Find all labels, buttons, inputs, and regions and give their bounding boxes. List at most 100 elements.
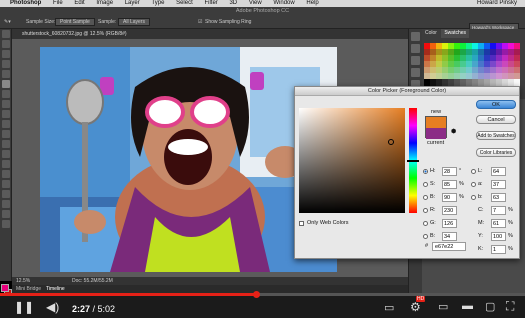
document-tab[interactable]: shutterstock_60820732.jpg @ 12.5% (RGB/8… [12,29,408,39]
pause-icon[interactable]: ❚❚ [14,300,34,314]
history-panel-icon[interactable] [411,32,420,41]
healing-tool-icon[interactable] [2,90,10,98]
quick-select-tool-icon[interactable] [2,60,10,68]
show-ring-checkbox[interactable]: ☑ [198,17,202,27]
properties-panel-icon[interactable] [411,56,420,65]
menu-edit[interactable]: Edit [74,0,84,6]
color-libraries-button[interactable]: Color Libraries [476,148,516,157]
shape-tool-icon[interactable] [2,200,10,208]
m-unit: % [508,220,513,226]
s-radio[interactable] [423,182,428,187]
video-progress-bar[interactable] [0,291,525,298]
menu-type[interactable]: Type [151,0,164,6]
theater-mode-icon[interactable]: ▬ [462,300,473,312]
tab-timeline[interactable]: Timeline [46,285,65,293]
marquee-tool-icon[interactable] [2,40,10,48]
eraser-tool-icon[interactable] [2,130,10,138]
stamp-tool-icon[interactable] [2,110,10,118]
cancel-button[interactable]: Cancel [476,115,516,124]
menu-window[interactable]: Window [273,0,294,6]
current-color-swatch[interactable] [426,128,446,139]
menu-3d[interactable]: 3D [229,0,237,6]
menu-view[interactable]: View [249,0,262,6]
menu-filter[interactable]: Filter [204,0,217,6]
gradient-tool-icon[interactable] [2,140,10,148]
menu-help[interactable]: Help [306,0,318,6]
k-field[interactable]: 1 [491,245,506,254]
path-select-tool-icon[interactable] [2,190,10,198]
zoom-level[interactable]: 12.5% [16,277,30,285]
actions-panel-icon[interactable] [411,44,420,53]
a-label: a: [478,181,483,187]
s-field[interactable]: 85 [442,180,457,189]
y-field[interactable]: 100 [491,232,506,241]
hue-slider-handle[interactable] [407,160,419,162]
lasso-tool-icon[interactable] [2,50,10,58]
bv-field[interactable]: 90 [442,193,457,202]
dodge-tool-icon[interactable] [2,160,10,168]
r-field[interactable]: 230 [442,206,457,215]
sample-size-label: Sample Size: [26,19,56,25]
hex-field[interactable]: e67e22 [432,242,466,251]
b-radio[interactable] [471,195,476,200]
tab-mini-bridge[interactable]: Mini Bridge [16,285,41,293]
captions-icon[interactable]: ▭ [384,301,394,314]
fullscreen-icon[interactable]: ⛶ [506,299,514,314]
foreground-color-swatch[interactable] [1,284,9,292]
new-color-swatch [426,117,446,128]
sample-dropdown[interactable]: All Layers [118,18,150,26]
g-field[interactable]: 126 [442,219,457,228]
type-tool-icon[interactable] [2,180,10,188]
volume-icon[interactable]: ◀) [46,300,59,314]
bc-field[interactable]: 34 [442,232,457,241]
zoom-tool-icon[interactable] [2,220,10,228]
l-field[interactable]: 64 [491,167,506,176]
c-field[interactable]: 7 [491,206,506,215]
a-field[interactable]: 37 [491,180,506,189]
hand-tool-icon[interactable] [2,210,10,218]
color-field[interactable] [299,108,405,213]
menu-file[interactable]: File [53,0,63,6]
cast-icon[interactable]: ▢ [485,300,495,313]
menu-layer[interactable]: Layer [125,0,140,6]
k-label: K: [478,246,484,252]
blur-tool-icon[interactable] [2,150,10,158]
bc-radio[interactable] [423,234,428,239]
l-radio[interactable] [471,169,476,174]
h-radio[interactable] [423,169,428,174]
move-tool-icon[interactable] [2,30,10,38]
progress-scrubber[interactable] [252,291,260,298]
user-name: Howard Pinsky [476,0,517,6]
b-field[interactable]: 63 [491,193,506,202]
settings-gear-icon[interactable]: ⚙ [410,300,421,314]
color-field-cursor[interactable] [388,139,394,145]
sample-size-dropdown[interactable]: Point Sample [55,18,95,26]
bottom-panel-tabs: Mini Bridge Timeline [12,285,408,293]
g-radio[interactable] [423,221,428,226]
r-radio[interactable] [423,208,428,213]
app-menu[interactable]: Photoshop [10,0,41,6]
brush-tool-icon[interactable] [2,100,10,108]
tab-color[interactable]: Color [422,29,440,38]
history-brush-tool-icon[interactable] [2,120,10,128]
status-bar: 12.5% Doc: 55.2M/55.2M [12,277,408,285]
menu-image[interactable]: Image [96,0,113,6]
add-to-swatches-button[interactable]: Add to Swatches [476,131,516,140]
m-field[interactable]: 61 [491,219,506,228]
bv-radio[interactable] [423,195,428,200]
eyedropper-tool-icon[interactable]: ✎▾ [4,17,11,27]
menu-select[interactable]: Select [176,0,193,6]
web-colors-checkbox[interactable] [299,221,304,226]
h-field[interactable]: 28 [442,167,457,176]
document-photo[interactable] [40,47,337,272]
adjustments-panel-icon[interactable] [411,68,420,77]
eyedropper-tool-icon[interactable] [2,80,10,88]
crop-tool-icon[interactable] [2,70,10,78]
a-radio[interactable] [471,182,476,187]
pen-tool-icon[interactable] [2,170,10,178]
k-unit: % [508,246,513,252]
cube-icon[interactable]: ⬢ [451,128,456,135]
ok-button[interactable]: OK [476,100,516,109]
tab-swatches[interactable]: Swatches [441,29,470,38]
miniplayer-icon[interactable]: ▭ [438,300,448,313]
